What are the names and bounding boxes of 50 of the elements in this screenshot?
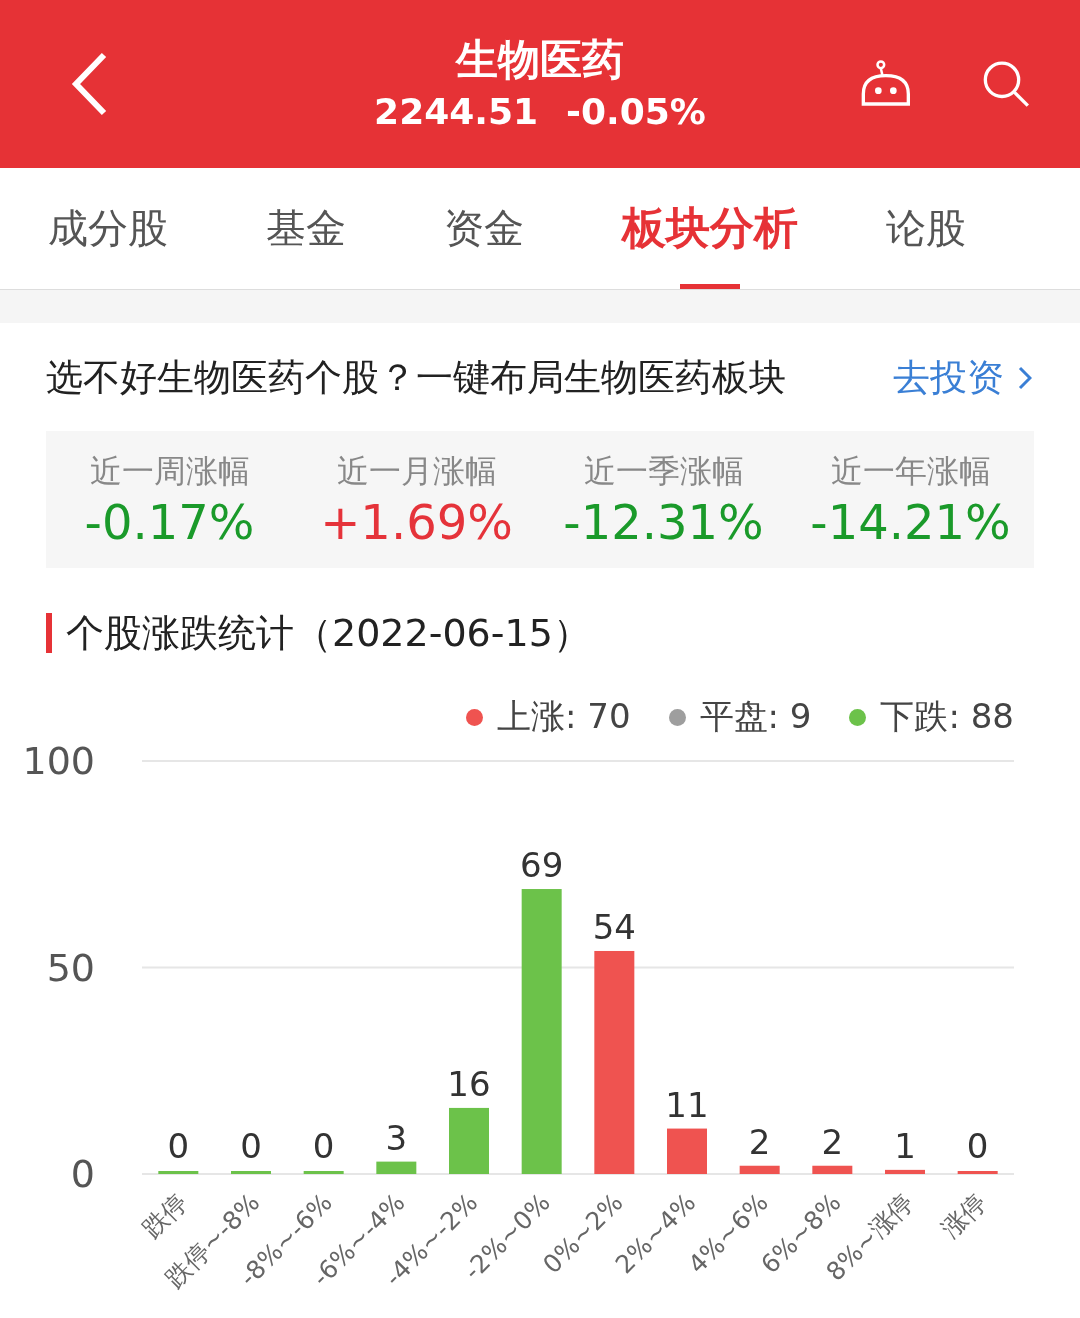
zero-bar-marker: [303, 1171, 344, 1174]
bar-value-label: 0: [167, 1126, 190, 1166]
promo-text: 选不好生物医药个股？一键布局生物医药板块: [46, 355, 786, 401]
bar-value-label: 11: [665, 1084, 709, 1125]
stat-label: 近一季涨幅: [583, 450, 744, 492]
bar: [376, 1161, 417, 1174]
stat-value: -0.17%: [84, 492, 255, 551]
stat-label: 近一月涨幅: [336, 450, 497, 492]
bar: [739, 1165, 780, 1174]
bar: [667, 1128, 707, 1174]
y-tick-label: 50: [46, 945, 95, 990]
index-change: -0.05%: [566, 90, 706, 134]
bar: [449, 1107, 489, 1174]
tab[interactable]: 基金: [266, 168, 346, 289]
bar: [885, 1169, 925, 1174]
zero-bar-marker: [231, 1171, 271, 1174]
stat-label: 近一周涨幅: [89, 450, 250, 492]
bar-value-label: 69: [520, 845, 564, 886]
tab[interactable]: 论股: [886, 168, 966, 289]
zero-bar-marker: [957, 1171, 998, 1174]
stat-label: 近一年涨幅: [830, 450, 991, 492]
bar: [812, 1165, 853, 1174]
x-axis-label: 跌停: [136, 1187, 193, 1244]
bar-value-label: 2: [821, 1121, 844, 1162]
y-tick-label: 100: [22, 742, 95, 783]
legend-label: 下跌: 88: [880, 695, 1014, 738]
invest-link[interactable]: 去投资: [893, 353, 1032, 403]
legend-label: 上涨: 70: [497, 695, 631, 738]
y-tick-label: 0: [70, 1152, 95, 1196]
stat-value: +1.69%: [320, 492, 513, 551]
stat-value: -14.21%: [810, 492, 1011, 551]
bar-value-label: 3: [385, 1117, 408, 1158]
bar-value-label: 0: [240, 1126, 262, 1166]
tab[interactable]: 成分股: [48, 168, 168, 289]
bar-value-label: 0: [312, 1126, 335, 1166]
tab[interactable]: 资金: [444, 168, 524, 289]
section-title: 个股涨跌统计（2022-06-15）: [66, 609, 591, 657]
page-title: 生物医药: [456, 34, 624, 86]
bar-value-label: 1: [894, 1125, 916, 1166]
bar-value-label: 54: [592, 907, 636, 947]
stat-value: -12.31%: [563, 492, 764, 551]
tab[interactable]: 板块分析: [622, 168, 798, 289]
chevron-icon: [1018, 366, 1032, 390]
bar-value-label: 0: [966, 1126, 989, 1166]
zero-bar-marker: [158, 1171, 199, 1174]
index-price: 2244.51: [374, 90, 539, 134]
bar-value-label: 16: [447, 1063, 491, 1104]
legend-label: 平盘: 9: [699, 695, 812, 738]
x-axis-label: 涨停: [936, 1187, 992, 1244]
bar-value-label: 2: [748, 1121, 771, 1162]
